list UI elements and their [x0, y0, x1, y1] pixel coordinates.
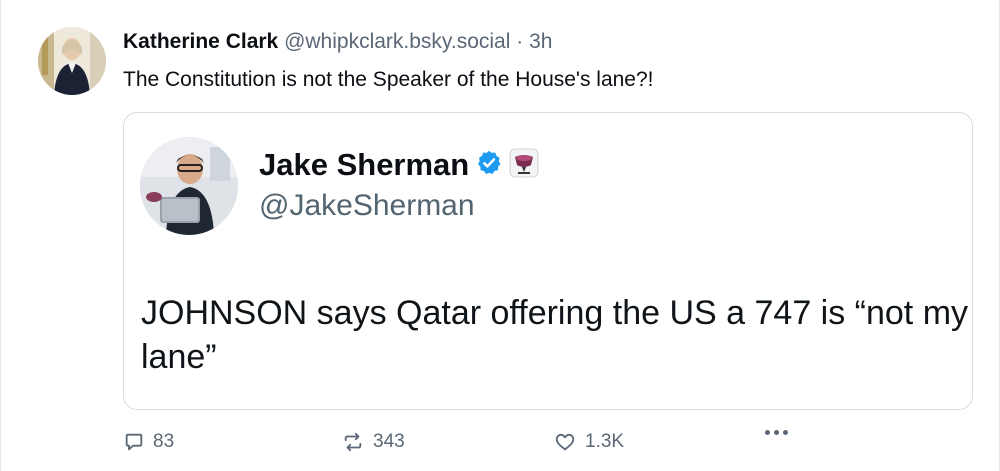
header-separator: · [516, 30, 524, 53]
repost-count: 343 [373, 431, 405, 452]
author-name[interactable]: Katherine Clark [123, 30, 278, 53]
post-header: Katherine Clark @whipkclark.bsky.social … [123, 28, 552, 56]
reply-count: 83 [153, 431, 175, 452]
quoted-author-avatar[interactable] [140, 137, 238, 235]
post-text: The Constitution is not the Speaker of t… [123, 68, 654, 91]
author-handle[interactable]: @whipkclark.bsky.social [284, 30, 510, 53]
more-options-icon[interactable] [765, 430, 788, 435]
post-actions-bar: 83 343 1.3K [123, 428, 923, 456]
heart-icon [553, 431, 577, 453]
quoted-author-name-row: Jake Sherman [259, 145, 539, 185]
like-button[interactable]: 1.3K [553, 428, 624, 456]
author-avatar[interactable] [38, 27, 106, 95]
repost-button[interactable]: 343 [341, 428, 405, 456]
affiliate-badge-icon [509, 148, 539, 183]
repost-icon [341, 431, 365, 453]
reply-button[interactable]: 83 [123, 428, 174, 456]
like-count: 1.3K [585, 431, 625, 452]
post-time[interactable]: 3h [529, 30, 552, 53]
reply-icon [123, 431, 145, 453]
quoted-author-handle[interactable]: @JakeSherman [259, 189, 475, 223]
quoted-author-name[interactable]: Jake Sherman [259, 147, 469, 183]
post: Katherine Clark @whipkclark.bsky.social … [0, 0, 1000, 471]
quoted-post-text: JOHNSON says Qatar offering the US a 747… [141, 294, 969, 376]
verified-badge-icon [475, 149, 503, 182]
quoted-post-card[interactable]: Jake Sherman @JakeSherman JOHNSON says Q… [123, 112, 973, 410]
